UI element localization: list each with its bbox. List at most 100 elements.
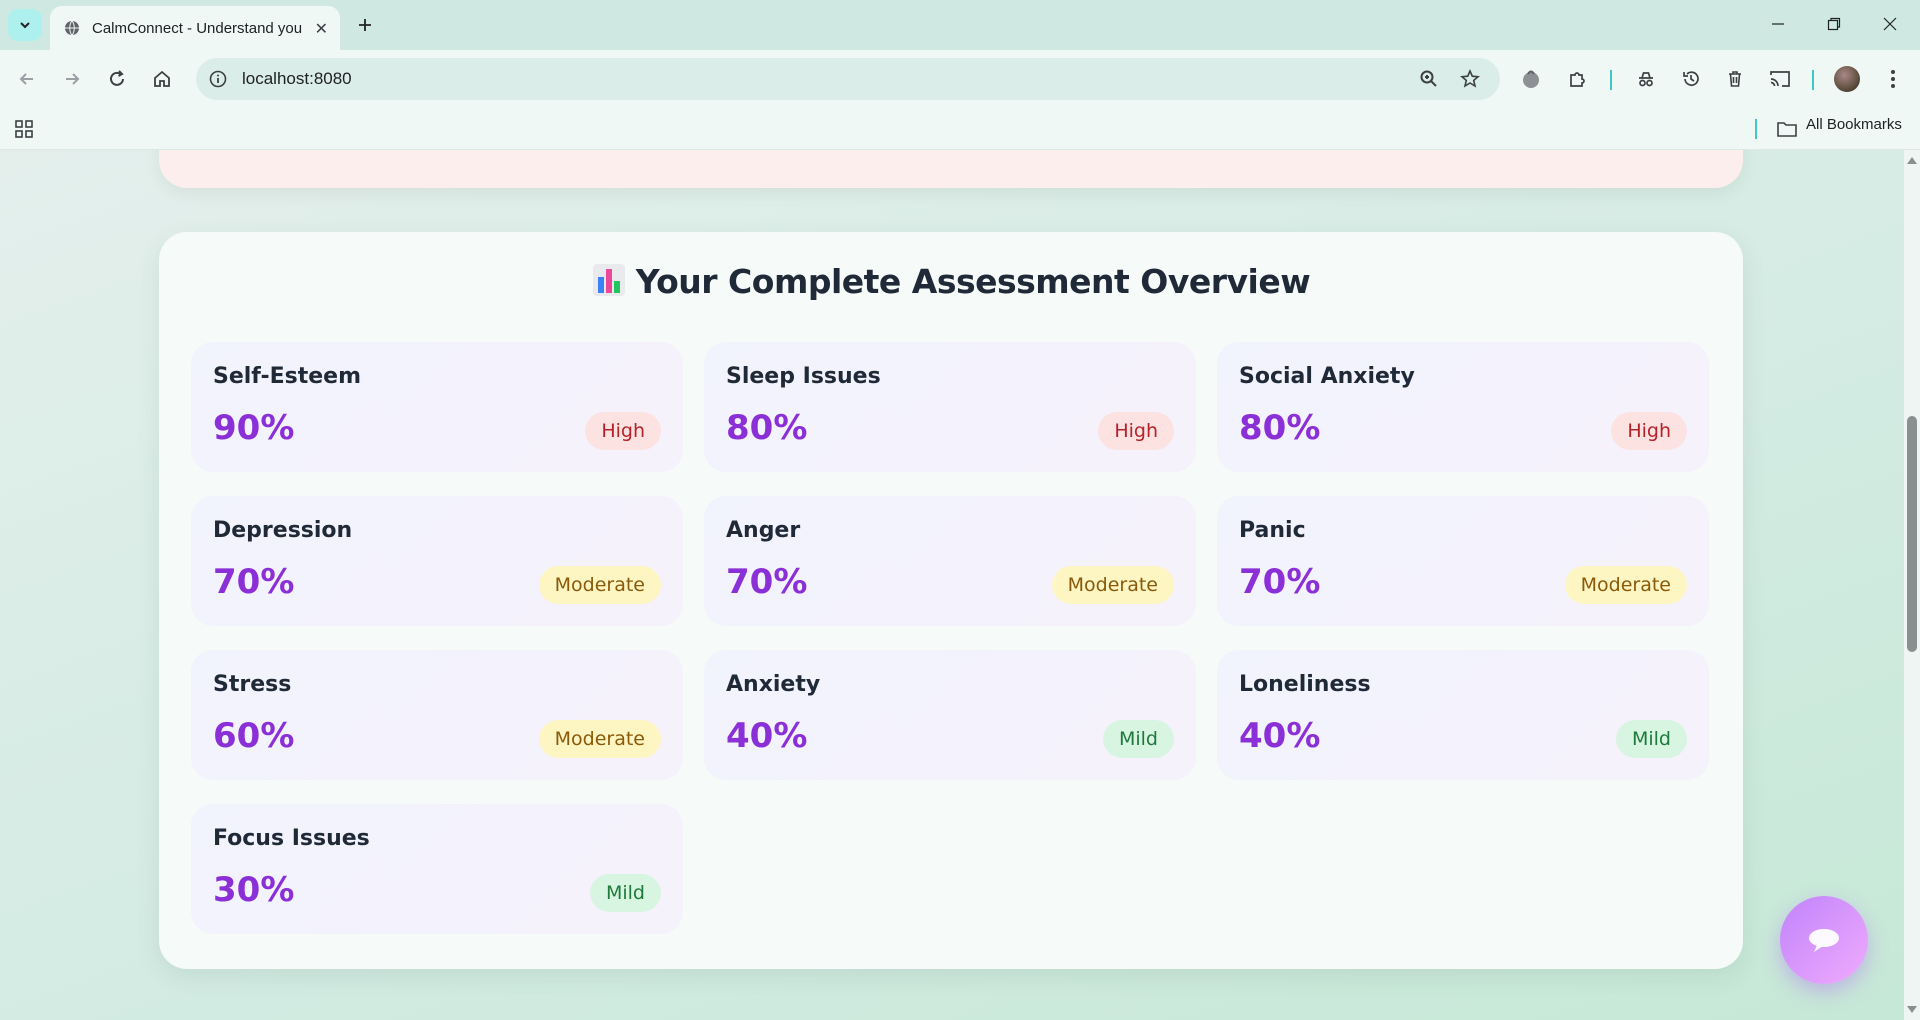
- assessment-name: Sleep Issues: [726, 364, 881, 389]
- assessment-percent: 70%: [726, 562, 808, 602]
- assessment-name: Focus Issues: [213, 826, 370, 851]
- incognito-button[interactable]: [1633, 66, 1659, 92]
- assessment-name: Panic: [1239, 518, 1306, 543]
- zoom-icon: [1420, 70, 1437, 87]
- assessment-card: Anger 70% Moderate: [704, 496, 1196, 626]
- assessment-percent: 80%: [1239, 408, 1321, 448]
- severity-badge: Moderate: [1051, 566, 1174, 604]
- bookmarks-separator: [1755, 119, 1757, 139]
- address-bar[interactable]: localhost:8080: [196, 58, 1500, 100]
- assessment-name: Anxiety: [726, 672, 821, 697]
- assessment-name: Depression: [213, 518, 353, 543]
- history-button[interactable]: [1678, 66, 1704, 92]
- zoom-button[interactable]: [1416, 66, 1442, 92]
- plus-icon: [359, 19, 371, 31]
- incognito-icon: [1639, 72, 1653, 87]
- assessment-card: Self-Esteem 90% High: [191, 342, 683, 472]
- tab-title: CalmConnect - Understand your mind: [92, 19, 302, 37]
- browser-toolbar: localhost:8080: [0, 50, 1920, 108]
- assessment-percent: 70%: [213, 562, 295, 602]
- forward-button[interactable]: [59, 66, 85, 92]
- bookmark-star-button[interactable]: [1457, 66, 1483, 92]
- severity-badge: High: [1098, 412, 1174, 450]
- browser-menu-button[interactable]: [1880, 66, 1906, 92]
- home-icon: [154, 70, 170, 87]
- globe-icon: [65, 20, 79, 36]
- trash-icon: [1729, 71, 1741, 87]
- assessment-percent: 40%: [726, 716, 808, 756]
- window-close-icon: [1883, 17, 1897, 31]
- tab-strip: CalmConnect - Understand your mind ✕: [0, 0, 1920, 50]
- close-tab-icon[interactable]: ✕: [315, 19, 328, 38]
- forward-icon: [66, 73, 80, 85]
- minimize-button[interactable]: [1766, 12, 1790, 36]
- assessment-card: Panic 70% Moderate: [1217, 496, 1709, 626]
- cast-icon: [1770, 71, 1790, 87]
- assessment-card: Sleep Issues 80% High: [704, 342, 1196, 472]
- reload-icon: [110, 70, 124, 86]
- assessment-name: Loneliness: [1239, 672, 1371, 697]
- star-icon: [1460, 69, 1480, 88]
- new-tab-button[interactable]: [352, 12, 378, 38]
- all-bookmarks-folder[interactable]: [1774, 116, 1800, 142]
- all-bookmarks-label[interactable]: All Bookmarks: [1806, 116, 1902, 133]
- restore-button[interactable]: [1822, 12, 1846, 36]
- page-viewport: Your Complete Assessment Overview Self-E…: [0, 150, 1904, 1020]
- extension-icon: [1523, 70, 1539, 88]
- assessment-percent: 90%: [213, 408, 295, 448]
- cast-button[interactable]: [1767, 66, 1793, 92]
- tab-search-button[interactable]: [8, 9, 42, 41]
- menu-dots-icon: [1891, 70, 1895, 88]
- scrollbar-thumb[interactable]: [1907, 416, 1917, 652]
- severity-badge: Mild: [1615, 720, 1687, 758]
- assessment-overview-card: Your Complete Assessment Overview Self-E…: [159, 232, 1743, 969]
- bar-chart-icon: [592, 264, 625, 296]
- scroll-up-arrow-icon[interactable]: [1907, 156, 1917, 164]
- page-scrollbar[interactable]: [1904, 150, 1920, 1020]
- previous-section-card: [159, 150, 1743, 188]
- scroll-down-arrow-icon[interactable]: [1907, 1006, 1917, 1014]
- severity-badge: Moderate: [538, 720, 661, 758]
- bookmarks-bar: All Bookmarks: [0, 108, 1920, 150]
- assessment-name: Social Anxiety: [1239, 364, 1415, 389]
- folder-icon: [1777, 122, 1797, 137]
- assessment-card: Loneliness 40% Mild: [1217, 650, 1709, 780]
- severity-badge: High: [585, 412, 661, 450]
- assessment-card: Focus Issues 30% Mild: [191, 804, 683, 934]
- url-text: localhost:8080: [242, 69, 352, 88]
- assessment-percent: 80%: [726, 408, 808, 448]
- severity-badge: Mild: [1102, 720, 1174, 758]
- toolbar-separator: [1610, 70, 1612, 90]
- site-info-button[interactable]: [204, 65, 232, 93]
- delete-button[interactable]: [1722, 66, 1748, 92]
- extension-button[interactable]: [1518, 66, 1544, 92]
- chat-button[interactable]: [1780, 896, 1868, 984]
- home-button[interactable]: [149, 66, 175, 92]
- assessment-name: Anger: [726, 518, 801, 543]
- assessment-card: Depression 70% Moderate: [191, 496, 683, 626]
- minimize-icon: [1772, 23, 1784, 25]
- apps-grid-icon: [15, 120, 33, 138]
- assessment-card: Stress 60% Moderate: [191, 650, 683, 780]
- severity-badge: Moderate: [1564, 566, 1687, 604]
- apps-button[interactable]: [11, 116, 37, 142]
- assessment-percent: 60%: [213, 716, 295, 756]
- extensions-menu-button[interactable]: [1564, 66, 1590, 92]
- puzzle-icon: [1570, 72, 1585, 87]
- back-button[interactable]: [14, 66, 40, 92]
- chevron-down-icon: [20, 22, 30, 29]
- severity-badge: High: [1611, 412, 1687, 450]
- assessment-name: Stress: [213, 672, 292, 697]
- restore-icon: [1827, 17, 1841, 31]
- active-tab[interactable]: CalmConnect - Understand your mind ✕: [50, 6, 340, 50]
- profile-avatar[interactable]: [1834, 66, 1860, 92]
- assessment-percent: 30%: [213, 870, 295, 910]
- severity-badge: Moderate: [538, 566, 661, 604]
- reload-button[interactable]: [104, 66, 130, 92]
- assessment-name: Self-Esteem: [213, 364, 362, 389]
- back-icon: [19, 73, 33, 85]
- window-close-button[interactable]: [1878, 12, 1902, 36]
- assessment-card: Anxiety 40% Mild: [704, 650, 1196, 780]
- severity-badge: Mild: [589, 874, 661, 912]
- site-info-icon: [209, 70, 227, 88]
